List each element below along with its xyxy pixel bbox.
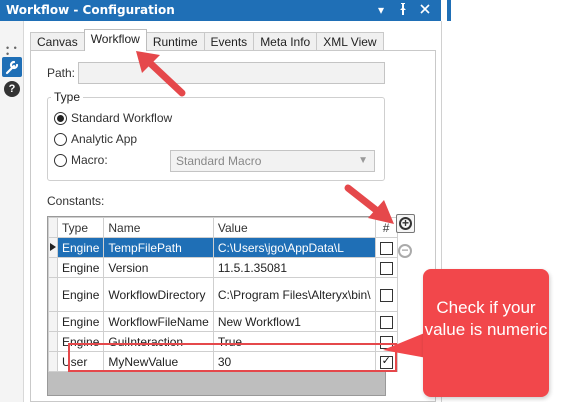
numeric-checkbox[interactable] (379, 315, 393, 329)
pin-icon[interactable] (396, 2, 410, 18)
cell-value[interactable]: C:\Program Files\Alteryx\bin\ (212, 277, 376, 312)
cell-name[interactable]: Version (103, 257, 214, 278)
tab-events[interactable]: Events (203, 32, 255, 51)
dropdown-icon[interactable]: ▾ (374, 2, 388, 18)
close-icon[interactable] (418, 2, 432, 18)
window-title-bar: Workflow - Configuration ▾ (0, 0, 441, 21)
cell-numeric[interactable] (374, 311, 398, 332)
row-header (48, 277, 58, 312)
cell-type[interactable]: Engine (56, 277, 105, 312)
tab-xml-view[interactable]: XML View (316, 32, 384, 51)
arrow-to-add-button (344, 184, 394, 224)
row-header (48, 351, 58, 372)
plus-icon: + (399, 217, 412, 230)
table-row[interactable]: Engine Version 11.5.1.35081 (48, 257, 398, 278)
radio-analytic-app[interactable] (54, 133, 67, 146)
cell-name[interactable]: TempFilePath (103, 237, 214, 258)
arrow-to-workflow-tab (136, 51, 186, 97)
numeric-checkbox[interactable] (379, 261, 393, 275)
cell-value[interactable]: New Workflow1 (212, 311, 376, 332)
tab-canvas[interactable]: Canvas (30, 32, 85, 51)
row-header (48, 257, 58, 278)
table-row[interactable]: Engine WorkflowDirectory C:\Program File… (48, 277, 398, 312)
cell-value[interactable]: 11.5.1.35081 (212, 257, 376, 278)
annotation-callout: Check if your value is numeric (423, 269, 549, 397)
cell-value[interactable]: C:\Users\jgo\AppData\L (212, 237, 376, 258)
cell-numeric[interactable] (374, 237, 398, 258)
radio-analytic-app-label[interactable]: Analytic App (71, 132, 137, 146)
table-row[interactable]: Engine TempFilePath C:\Users\jgo\AppData… (48, 237, 398, 258)
cell-name[interactable]: WorkflowDirectory (103, 277, 214, 312)
numeric-checkbox[interactable] (379, 241, 393, 255)
cell-numeric[interactable] (374, 257, 398, 278)
help-icon[interactable]: ? (4, 81, 20, 97)
cell-name[interactable]: WorkflowFileName (103, 311, 214, 332)
chevron-down-icon: ▼ (358, 155, 368, 166)
cell-numeric[interactable] (374, 277, 398, 312)
cell-type[interactable]: Engine (56, 257, 105, 278)
remove-constant-button[interactable]: − (396, 242, 415, 261)
macro-type-value: Standard Macro (176, 154, 262, 168)
wrench-icon[interactable] (2, 57, 22, 77)
numeric-checkbox[interactable] (379, 288, 393, 302)
highlight-box (68, 343, 397, 372)
radio-standard-workflow[interactable] (54, 112, 67, 125)
tab-bar: Canvas Workflow Runtime Events Meta Info… (30, 29, 384, 51)
column-header-type[interactable]: Type (56, 217, 105, 238)
minus-icon: − (398, 244, 412, 258)
constants-label: Constants: (47, 194, 105, 208)
tab-meta-info[interactable]: Meta Info (253, 32, 318, 51)
cell-type[interactable]: Engine (56, 237, 105, 258)
cell-type[interactable]: Engine (56, 311, 105, 332)
triangle-right-icon (48, 237, 58, 258)
row-header (48, 311, 58, 332)
macro-type-select[interactable]: Standard Macro ▼ (170, 150, 375, 172)
column-header-name[interactable]: Name (103, 217, 214, 238)
radio-macro[interactable] (54, 154, 67, 167)
path-field[interactable] (78, 62, 385, 84)
table-row[interactable]: Engine WorkflowFileName New Workflow1 (48, 311, 398, 332)
path-label: Path: (47, 66, 76, 80)
grip-handle[interactable]: • • • (6, 44, 23, 59)
radio-standard-workflow-label[interactable]: Standard Workflow (71, 111, 172, 125)
type-group-title: Type (51, 90, 84, 104)
radio-macro-label[interactable]: Macro: (71, 153, 108, 167)
row-header-corner (48, 217, 58, 238)
row-header (48, 331, 58, 352)
callout-pointer (383, 332, 427, 358)
tool-strip: • • • ? (0, 21, 24, 402)
window-title: Workflow - Configuration (6, 3, 175, 17)
